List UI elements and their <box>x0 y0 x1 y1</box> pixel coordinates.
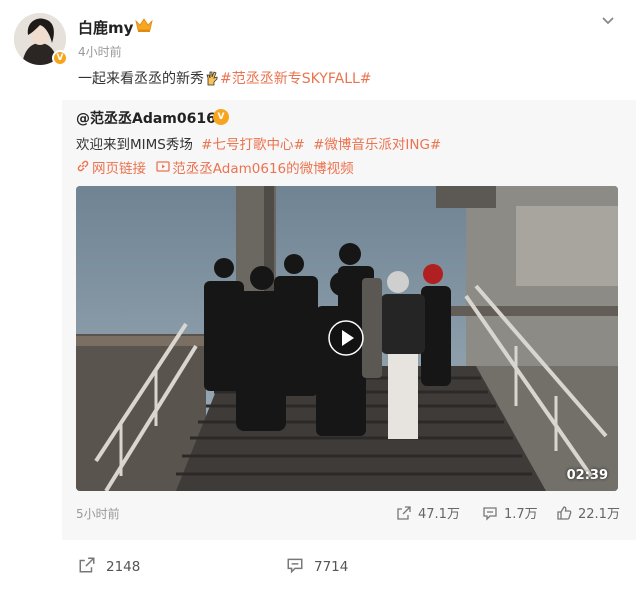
video-link[interactable]: 范丞丞Adam0616的微博视频 <box>172 161 353 177</box>
chevron-down-icon[interactable] <box>600 13 616 29</box>
share-count: 47.1万 <box>418 507 460 522</box>
comment-button[interactable]: 7714 <box>286 556 348 575</box>
author-name[interactable]: 白鹿my <box>78 17 133 38</box>
like-icon <box>557 506 572 520</box>
hashtag-link[interactable]: #范丞丞新专SKYFALL# <box>220 71 372 87</box>
like-count: 22.1万 <box>578 507 620 522</box>
original-text: 欢迎来到MIMS秀场 #七号打歌中心# #微博音乐派对ING# <box>76 133 441 153</box>
post-time[interactable]: 4小时前 <box>78 43 122 60</box>
share-count: 2148 <box>106 559 141 575</box>
post-text-prefix: 一起来看 <box>78 71 134 87</box>
mention-link[interactable]: 丞丞 <box>134 71 162 87</box>
weibo-post: V 白鹿my 4小时前 一起来看丞丞的新秀 #范丞丞新专SKYFALL# @范丞… <box>0 0 636 590</box>
post-text: 一起来看丞丞的新秀 #范丞丞新专SKYFALL# <box>78 68 372 88</box>
original-like-count[interactable]: 22.1万 <box>556 503 620 522</box>
play-icon[interactable] <box>328 320 364 356</box>
hand-icon <box>206 71 218 86</box>
original-time[interactable]: 5小时前 <box>76 505 120 522</box>
verified-badge: V <box>213 109 229 125</box>
repost-card[interactable]: @范丞丞Adam0616 V 欢迎来到MIMS秀场 #七号打歌中心# #微博音乐… <box>62 100 636 540</box>
comment-count: 7714 <box>314 559 349 575</box>
comment-icon <box>483 507 497 521</box>
link-row: 网页链接 范丞丞Adam0616的微博视频 <box>76 157 354 177</box>
comment-count: 1.7万 <box>504 507 538 522</box>
original-comment-count[interactable]: 1.7万 <box>482 503 538 522</box>
original-author[interactable]: @范丞丞Adam0616 <box>76 108 216 128</box>
crown-icon <box>135 18 153 32</box>
video-icon <box>156 161 170 172</box>
fade-overlay <box>420 540 636 590</box>
share-button[interactable]: 2148 <box>78 556 140 575</box>
post-text-suffix: 的新秀 <box>162 71 204 87</box>
comment-icon <box>287 558 303 574</box>
video-player[interactable]: 02:39 <box>76 186 618 491</box>
hashtag-link[interactable]: #七号打歌中心# <box>201 137 305 153</box>
share-icon <box>397 506 411 520</box>
verified-badge: V <box>52 50 68 66</box>
share-icon <box>79 557 95 573</box>
original-share-count[interactable]: 47.1万 <box>396 503 460 522</box>
hashtag-link[interactable]: #微博音乐派对ING# <box>313 137 441 153</box>
video-duration: 02:39 <box>566 468 608 483</box>
link-icon <box>77 160 89 172</box>
original-text-body: 欢迎来到MIMS秀场 <box>76 137 193 153</box>
web-link[interactable]: 网页链接 <box>92 161 146 177</box>
